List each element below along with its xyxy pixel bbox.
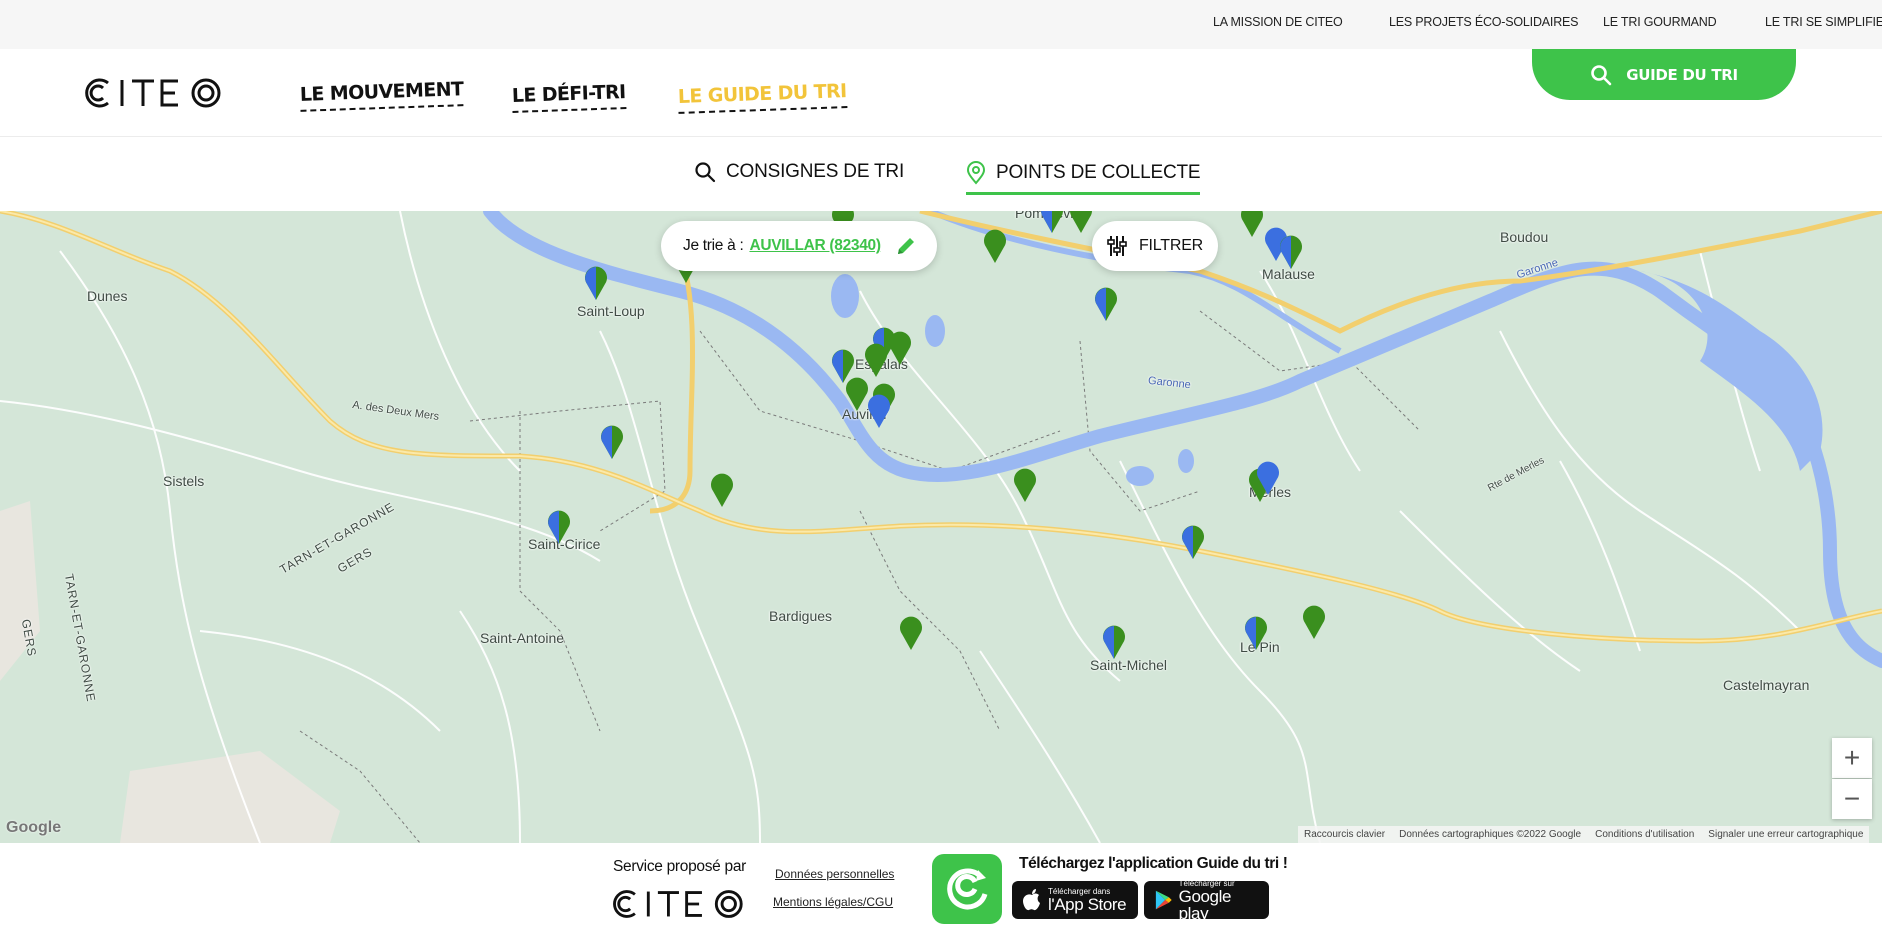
attribution-keyboard-shortcuts[interactable]: Raccourcis clavier xyxy=(1304,829,1385,840)
collection-point-pin[interactable] xyxy=(1256,461,1280,497)
town-selector[interactable]: Je trie à : AUVILLAR (82340) xyxy=(661,221,937,271)
collection-point-pin[interactable] xyxy=(1181,525,1205,561)
collection-point-pin[interactable] xyxy=(1040,211,1064,235)
citeo-logo[interactable] xyxy=(82,77,224,114)
sub-tabs: CONSIGNES DE TRI POINTS DE COLLECTE xyxy=(0,137,1882,211)
place-label: Saint-Loup xyxy=(577,303,645,319)
place-label: Castelmayran xyxy=(1723,677,1810,693)
app-store-big-text: l'App Store xyxy=(1048,895,1127,914)
zoom-out-button[interactable]: − xyxy=(1832,779,1872,819)
collection-point-pin[interactable] xyxy=(867,394,891,430)
footer: Service proposé par Données personnelles… xyxy=(0,843,1882,928)
tab-points-de-collecte-label: POINTS DE COLLECTE xyxy=(996,162,1201,183)
google-play-icon xyxy=(1155,890,1172,910)
collection-point-pin[interactable] xyxy=(1279,235,1303,271)
collection-point-pin[interactable] xyxy=(1240,211,1264,239)
place-label: Sistels xyxy=(163,473,205,489)
menu-le-defi-tri[interactable]: LE DÉFI-TRI xyxy=(511,81,627,113)
tab-consignes-de-tri-label: CONSIGNES DE TRI xyxy=(726,161,905,182)
search-icon xyxy=(1591,64,1612,85)
attribution-terms[interactable]: Conditions d'utilisation xyxy=(1595,829,1694,840)
collection-point-pin[interactable] xyxy=(1013,468,1037,504)
search-icon xyxy=(695,162,716,183)
sliders-icon xyxy=(1107,236,1127,256)
zoom-in-button[interactable]: + xyxy=(1832,738,1872,778)
app-store-badge[interactable]: Télécharger dans l'App Store xyxy=(1012,881,1138,919)
recycle-arrow-icon xyxy=(947,868,988,910)
link-donnees-personnelles[interactable]: Données personnelles xyxy=(775,867,894,881)
place-label: Saint-Antoine xyxy=(480,630,565,646)
collection-point-pin[interactable] xyxy=(584,266,608,302)
collection-point-pin[interactable] xyxy=(1102,625,1126,661)
attribution-report-error[interactable]: Signaler une erreur cartographique xyxy=(1708,829,1863,840)
guide-du-tri-app-icon[interactable] xyxy=(932,854,1002,924)
google-logo: Google xyxy=(6,819,62,836)
collection-point-pin[interactable] xyxy=(1302,605,1326,641)
location-pin-icon xyxy=(966,161,986,185)
map-base-layer xyxy=(0,211,1882,843)
place-label: Bardigues xyxy=(769,608,833,624)
collection-point-pin[interactable] xyxy=(983,229,1007,265)
collection-points-map[interactable]: Pommevic Boudou Malause Dunes Saint-Loup… xyxy=(0,211,1882,843)
apple-icon xyxy=(1023,889,1040,911)
footer-citeo-logo[interactable] xyxy=(610,888,746,925)
citeo-logo-mark xyxy=(85,78,221,108)
tab-consignes-de-tri[interactable]: CONSIGNES DE TRI xyxy=(694,161,904,190)
collection-point-pin[interactable] xyxy=(710,473,734,509)
app-download-title: Téléchargez l'application Guide du tri ! xyxy=(1019,855,1288,872)
google-play-badge[interactable]: Télécharger sur Google play xyxy=(1144,879,1269,923)
menu-le-mouvement[interactable]: LE MOUVEMENT xyxy=(299,78,464,112)
google-play-big-text: Google play xyxy=(1178,886,1232,923)
collection-point-pin[interactable] xyxy=(1094,287,1118,323)
utility-link-tri-gourmand[interactable]: LE TRI GOURMAND xyxy=(1603,15,1717,29)
tab-points-de-collecte[interactable]: POINTS DE COLLECTE xyxy=(966,161,1201,195)
filter-button[interactable]: FILTRER xyxy=(1092,221,1218,271)
collection-point-pin[interactable] xyxy=(1244,616,1268,652)
collection-point-pin[interactable] xyxy=(600,425,624,461)
town-link[interactable]: AUVILLAR (82340) xyxy=(749,237,881,255)
utility-link-mission[interactable]: LA MISSION DE CITEO xyxy=(1213,15,1343,29)
service-label: Service proposé par xyxy=(613,858,747,875)
citeo-logo-mark xyxy=(613,890,743,918)
town-prefix: Je trie à : xyxy=(683,237,744,254)
utility-link-projets[interactable]: LES PROJETS ÉCO-SOLIDAIRES xyxy=(1389,15,1578,29)
utility-bar: LA MISSION DE CITEO LES PROJETS ÉCO-SOLI… xyxy=(0,0,1882,49)
menu-le-guide-du-tri[interactable]: LE GUIDE DU TRI xyxy=(677,80,848,114)
collection-point-pin[interactable] xyxy=(547,510,571,546)
place-label: Boudou xyxy=(1500,229,1549,245)
link-mentions-legales[interactable]: Mentions légales/CGU xyxy=(773,895,893,909)
collection-point-pin[interactable] xyxy=(888,331,912,367)
guide-du-tri-button-label: GUIDE DU TRI xyxy=(1626,65,1738,84)
filter-button-label: FILTRER xyxy=(1138,237,1204,254)
guide-du-tri-button[interactable]: GUIDE DU TRI xyxy=(1532,49,1796,100)
attribution-map-data: Données cartographiques ©2022 Google xyxy=(1399,829,1582,840)
collection-point-pin[interactable] xyxy=(899,616,923,652)
utility-link-tri-simplifie[interactable]: LE TRI SE SIMPLIFIE xyxy=(1765,15,1882,29)
place-label: Dunes xyxy=(87,288,128,304)
map-attribution: Raccourcis clavier Données cartographiqu… xyxy=(1298,826,1870,843)
collection-point-pin[interactable] xyxy=(845,377,869,413)
collection-point-pin[interactable] xyxy=(864,343,888,379)
collection-point-pin[interactable] xyxy=(1069,211,1093,235)
pencil-icon[interactable] xyxy=(895,235,917,257)
